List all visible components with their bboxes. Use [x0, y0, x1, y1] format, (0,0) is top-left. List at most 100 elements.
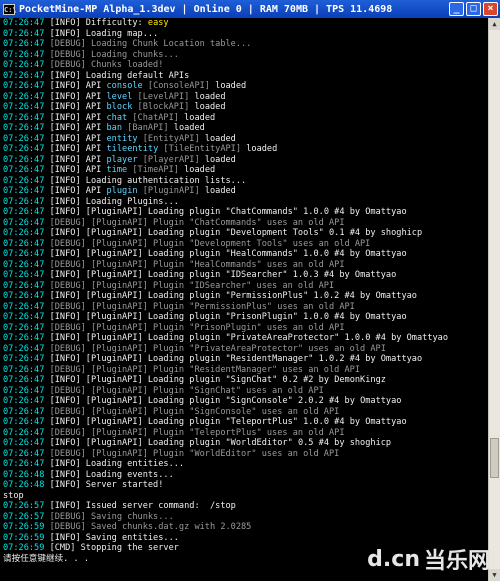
- console-segment: 07:26:47: [3, 70, 50, 81]
- console-segment: 07:26:59: [3, 522, 50, 532]
- console-line: 07:26:47 [DEBUG] Chunks loaded!: [3, 60, 488, 71]
- console-segment: [INFO] [PluginAPI] Loading plugin ": [49, 270, 231, 280]
- maximize-button[interactable]: □: [466, 2, 481, 16]
- console-line: 07:26:47 [INFO] [PluginAPI] Loading plug…: [3, 396, 488, 407]
- console-line: 07:26:47 [INFO] [PluginAPI] Loading plug…: [3, 375, 488, 386]
- console-segment: [INFO] [PluginAPI] Loading plugin ": [49, 333, 231, 343]
- console-segment: ": [318, 228, 329, 238]
- console-segment: Omattyao: [406, 333, 449, 343]
- console-segment: 07:26:47: [3, 102, 50, 112]
- console-segment: ": [292, 417, 304, 427]
- console-segment: ": [287, 396, 298, 406]
- console-segment: 07:26:59: [3, 543, 50, 553]
- console-segment: console: [106, 81, 143, 91]
- minimize-button[interactable]: _: [449, 2, 464, 16]
- console-segment: loaded: [189, 91, 226, 102]
- console-segment: tileentity: [106, 144, 159, 154]
- console-line: 07:26:47 [DEBUG] [PluginAPI] Plugin "Sig…: [3, 407, 488, 418]
- console-segment: [INFO] Saving entities...: [49, 532, 179, 543]
- console-segment: [INFO] [PluginAPI] Loading plugin ": [49, 396, 231, 406]
- console-segment: [INFO] API: [49, 112, 107, 123]
- console-segment: loaded: [199, 186, 236, 196]
- console-segment: [INFO] [PluginAPI] Loading plugin ": [49, 417, 231, 427]
- console-line: 07:26:47 [INFO] API time [TimeAPI] loade…: [3, 165, 488, 176]
- vertical-scrollbar[interactable]: ▲ ▼: [488, 18, 500, 581]
- console-segment: 07:26:47: [3, 396, 50, 406]
- console-segment: [LevelAPI]: [132, 91, 190, 102]
- console-segment: [DEBUG] [PluginAPI] Plugin "ResidentMana…: [49, 364, 361, 375]
- console-line: 07:26:47 [INFO] Loading Plugins...: [3, 197, 488, 208]
- console-segment: 07:26:47: [3, 165, 50, 175]
- console-segment: 07:26:47: [3, 238, 50, 249]
- console-segment: [DEBUG] [PluginAPI] Plugin "PrisonPlugin…: [49, 322, 345, 333]
- console-segment: 07:26:47: [3, 259, 50, 270]
- console-segment: 07:26:47: [3, 354, 50, 364]
- console-segment: [TileEntityAPI]: [158, 144, 242, 154]
- console-segment: stop: [3, 490, 24, 501]
- console-segment: by: [344, 312, 366, 322]
- scroll-up-arrow-icon[interactable]: ▲: [489, 18, 500, 30]
- console-segment: [DEBUG] Chunks loaded!: [49, 60, 164, 70]
- close-button[interactable]: ×: [483, 2, 498, 16]
- console-line: 07:26:47 [INFO] API block [BlockAPI] loa…: [3, 102, 488, 113]
- console-line: 07:26:47 [INFO] [PluginAPI] Loading plug…: [3, 270, 488, 281]
- console-segment: loaded: [178, 165, 216, 175]
- console-segment: 07:26:47: [3, 385, 50, 396]
- console-line: 07:26:47 [INFO] API level [LevelAPI] loa…: [3, 92, 488, 103]
- console-segment: SignChat: [230, 375, 273, 385]
- console-segment: [INFO] [PluginAPI] Loading plugin ": [49, 354, 231, 364]
- console-segment: shoghicp: [380, 228, 423, 238]
- console-segment: IDSearcher: [230, 270, 283, 280]
- console-segment: [INFO] API: [49, 144, 107, 154]
- console-segment: 1.0.0 #4: [303, 207, 345, 217]
- console-segment: ": [334, 333, 345, 343]
- console-segment: loaded: [241, 144, 278, 154]
- console-segment: 07:26:47: [3, 343, 50, 354]
- console-line: 07:26:47 [INFO] [PluginAPI] Loading plug…: [3, 291, 488, 302]
- console-segment: loaded: [189, 102, 226, 112]
- console-segment: [INFO] API: [49, 165, 107, 175]
- console-segment: [INFO] [PluginAPI] Loading plugin ": [49, 228, 231, 238]
- console-line: 07:26:47 [INFO] Loading default APIs: [3, 71, 488, 82]
- console-segment: [INFO] API: [49, 102, 107, 112]
- console-line: stop: [3, 491, 488, 502]
- console-segment: [TimeAPI]: [127, 165, 179, 175]
- console-segment: by: [385, 333, 407, 343]
- console-segment: DemonKingz: [334, 375, 386, 385]
- console-segment: 07:26:47: [3, 154, 50, 165]
- console-segment: ": [287, 438, 298, 448]
- console-output[interactable]: 07:26:47 [INFO] Difficulty: easy 07:26:47…: [0, 18, 488, 581]
- console-line: 07:26:47 [INFO] API player [PlayerAPI] l…: [3, 155, 488, 166]
- console-segment: [DEBUG] [PluginAPI] Plugin "ChatCommands…: [49, 217, 345, 228]
- console-segment: loaded: [168, 123, 205, 133]
- scroll-down-arrow-icon[interactable]: ▼: [489, 569, 500, 581]
- console-segment: ": [292, 207, 304, 217]
- console-segment: 07:26:47: [3, 270, 50, 280]
- console-segment: 07:26:47: [3, 448, 50, 459]
- console-segment: [DEBUG] [PluginAPI] Plugin "IDSearcher" …: [49, 280, 335, 291]
- console-segment: 07:26:47: [3, 112, 50, 123]
- title-bar[interactable]: C:\ PocketMine-MP Alpha_1.3dev | Online …: [0, 0, 500, 18]
- console-segment: [INFO] [PluginAPI] Loading plugin ": [49, 375, 231, 385]
- console-segment: [CMD] Stopping the server: [49, 543, 179, 553]
- scroll-thumb[interactable]: [490, 438, 499, 478]
- console-segment: 07:26:57: [3, 501, 50, 511]
- console-segment: 2.0.2 #4: [297, 396, 340, 406]
- console-segment: chat: [106, 112, 128, 123]
- console-segment: by: [313, 375, 335, 385]
- console-segment: [INFO] Loading entities...: [49, 459, 185, 469]
- console-segment: PrisonPlugin: [230, 312, 293, 322]
- console-line: 07:26:47 [DEBUG] Loading chunks...: [3, 50, 488, 61]
- console-line: 07:26:57 [DEBUG] Saving chunks...: [3, 512, 488, 523]
- console-segment: easy: [147, 18, 169, 28]
- console-line: 07:26:47 [INFO] Loading authentication l…: [3, 176, 488, 187]
- console-segment: 07:26:47: [3, 312, 50, 322]
- console-segment: 07:26:47: [3, 364, 50, 375]
- console-line: 07:26:47 [INFO] API plugin [PluginAPI] l…: [3, 186, 488, 197]
- console-segment: [PluginAPI]: [137, 186, 200, 196]
- console-line: 07:26:47 [INFO] [PluginAPI] Loading plug…: [3, 354, 488, 365]
- console-line: 07:26:47 [INFO] [PluginAPI] Loading plug…: [3, 333, 488, 344]
- console-segment: 07:26:47: [3, 186, 50, 196]
- console-segment: 07:26:47: [3, 49, 50, 60]
- console-line: 07:26:47 [INFO] [PluginAPI] Loading plug…: [3, 228, 488, 239]
